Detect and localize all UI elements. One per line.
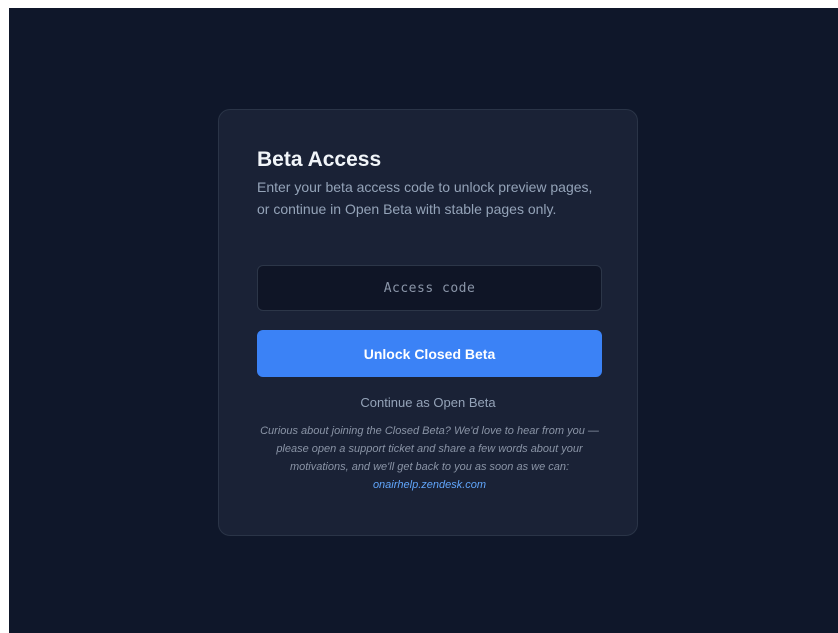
access-code-input[interactable] <box>257 265 602 311</box>
card-title: Beta Access <box>257 148 382 171</box>
beta-access-card: Beta Access Enter your beta access code … <box>218 109 638 536</box>
continue-open-beta-link[interactable]: Continue as Open Beta <box>219 394 637 412</box>
card-description: Enter your beta access code to unlock pr… <box>257 179 593 217</box>
support-link[interactable]: onairhelp.zendesk.com <box>373 479 486 491</box>
unlock-closed-beta-button[interactable]: Unlock Closed Beta <box>257 330 602 377</box>
page-background: Beta Access Enter your beta access code … <box>9 8 838 633</box>
closed-beta-note: Curious about joining the Closed Beta? W… <box>257 422 602 494</box>
closed-beta-note-text: Curious about joining the Closed Beta? W… <box>260 425 599 473</box>
